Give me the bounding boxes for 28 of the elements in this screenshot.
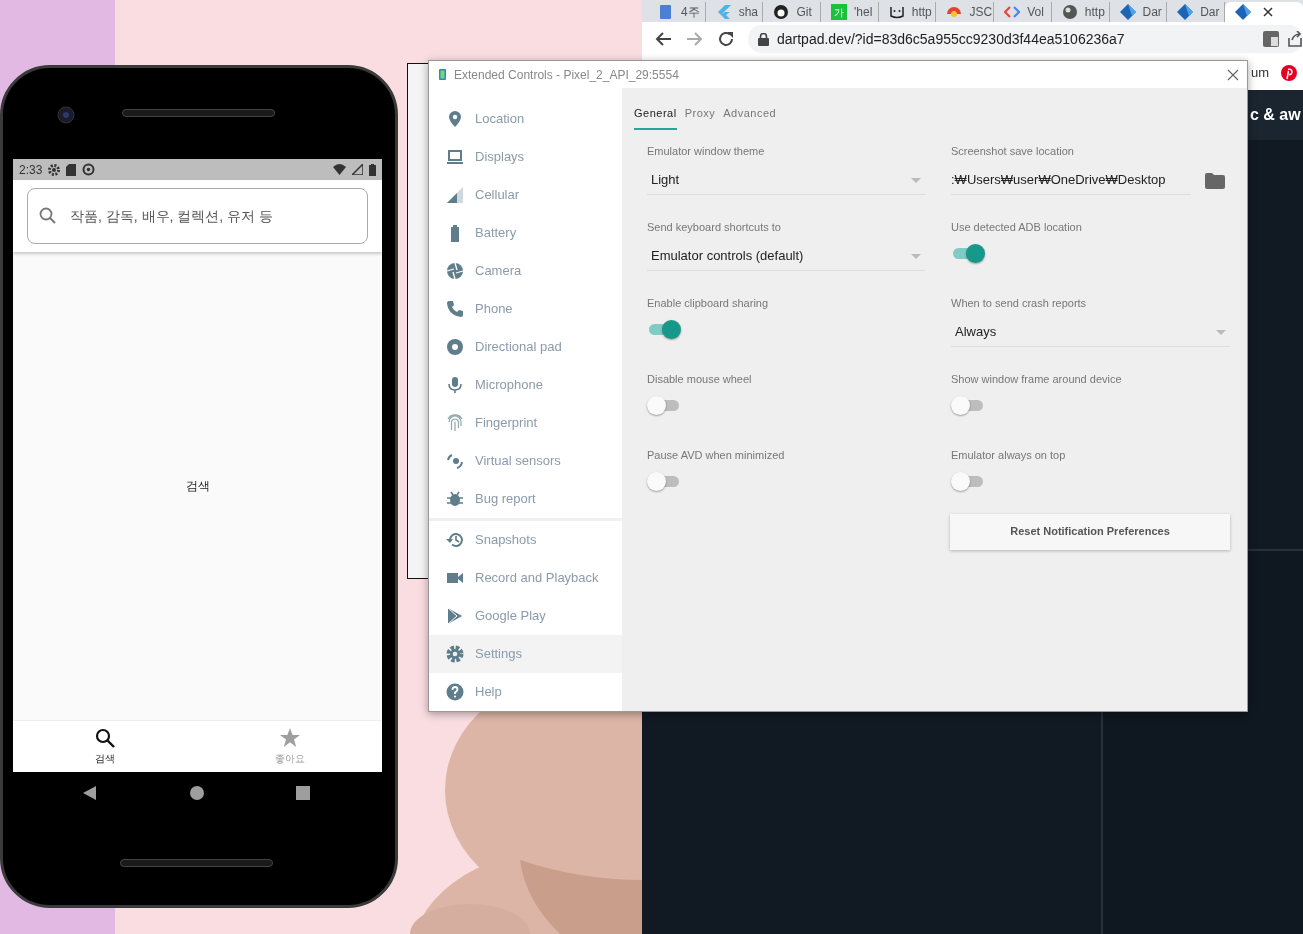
setting-label: Pause AVD when minimized	[647, 447, 786, 462]
dropdown[interactable]: Always	[951, 318, 1230, 347]
page-label: 검색	[185, 478, 210, 495]
window-title: Extended Controls - Pixel_2_API_29:5554	[454, 66, 680, 84]
path-field[interactable]: :₩Users₩user₩OneDrive₩Desktop	[951, 166, 1191, 195]
dropdown[interactable]: Light	[647, 166, 925, 195]
search-field[interactable]: 작품, 감독, 배우, 컬렉션, 유저 등	[27, 188, 368, 244]
setting-label: Send keyboard shortcuts to	[647, 219, 782, 234]
setting-label: Use detected ADB location	[951, 219, 1083, 234]
nav-tab[interactable]: 검색	[13, 721, 198, 772]
settings-tab[interactable]: Advanced	[723, 102, 777, 130]
site-badge: 가	[831, 4, 848, 20]
status-time: 2:33	[19, 161, 43, 179]
setting-label: Emulator always on top	[951, 447, 1067, 462]
setting-label: Disable mouse wheel	[647, 371, 753, 386]
dropdown[interactable]: Emulator controls (default)	[647, 242, 925, 271]
address-bar[interactable]: dartpad.dev/?id=83d6c5a955cc9230d3f44ea5106236a7	[748, 25, 1303, 53]
nav-tab[interactable]: 좋아요	[197, 721, 382, 772]
settings-tab[interactable]: General	[634, 102, 677, 130]
setting-label: Enable clipboard sharing	[647, 295, 770, 310]
setting-label: When to send crash reports	[951, 295, 1088, 310]
setting-label: Screenshot save location	[951, 143, 1075, 158]
setting-label: Show window frame around device	[951, 371, 1123, 386]
setting-label: Emulator window theme	[647, 143, 766, 158]
reset-button[interactable]: Reset Notification Preferences	[950, 513, 1230, 550]
bookmark-link[interactable]: um	[1250, 63, 1269, 83]
settings-tab[interactable]: Proxy	[684, 102, 716, 130]
page-heading: c & aw	[1250, 105, 1301, 125]
